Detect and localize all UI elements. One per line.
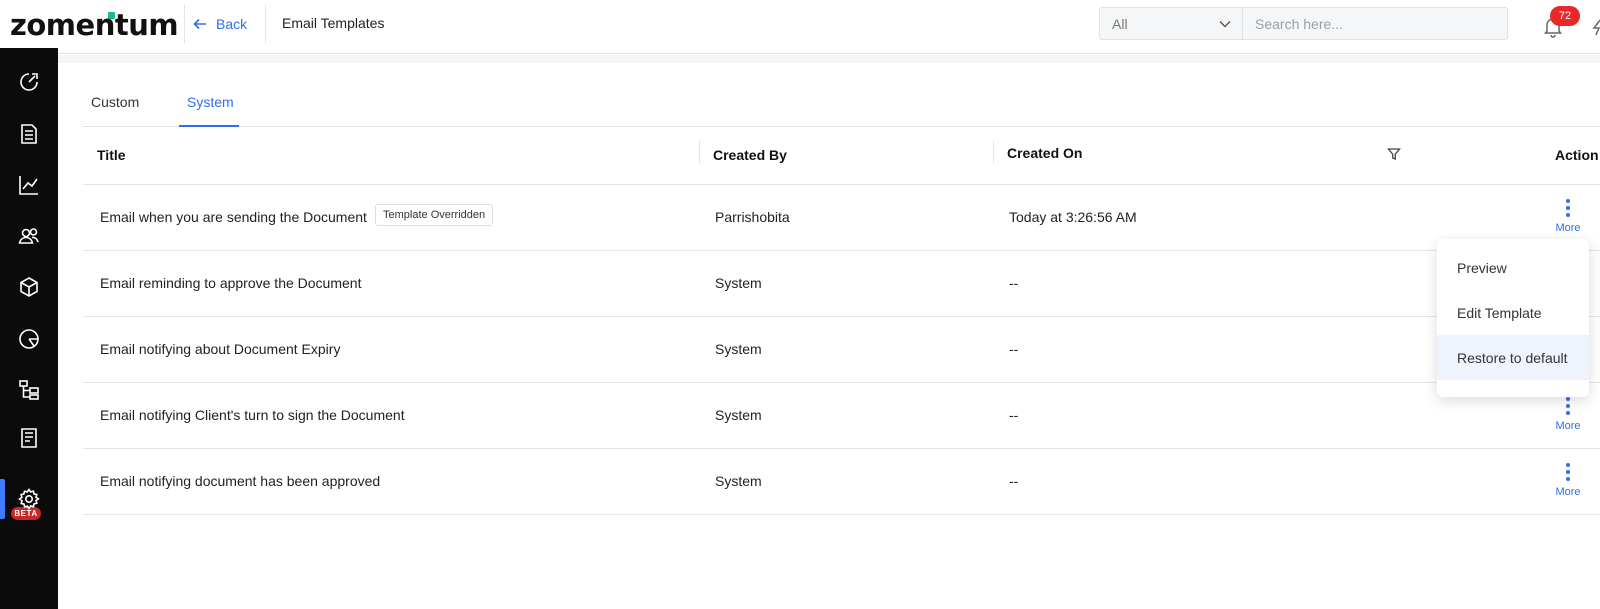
search-input[interactable] bbox=[1242, 7, 1508, 40]
row-created-on: Today at 3:26:56 AM bbox=[1009, 209, 1137, 225]
row-action-menu: Preview Edit Template Restore to default bbox=[1437, 239, 1589, 397]
search-scope-value: All bbox=[1112, 15, 1128, 32]
kebab-icon bbox=[1566, 397, 1570, 415]
box-icon bbox=[20, 277, 38, 297]
table-row[interactable]: Email reminding to approve the Document … bbox=[83, 251, 1600, 317]
divider bbox=[265, 5, 266, 43]
header-created-by[interactable]: Created By bbox=[713, 147, 787, 163]
more-button[interactable]: More bbox=[1551, 463, 1585, 498]
table-row[interactable]: Email notifying about Document Expiry Sy… bbox=[83, 317, 1600, 383]
more-button[interactable]: More bbox=[1551, 397, 1585, 432]
filter-icon[interactable] bbox=[1387, 147, 1401, 161]
divider bbox=[184, 5, 185, 43]
menu-item-preview[interactable]: Preview bbox=[1437, 245, 1589, 290]
active-indicator bbox=[0, 479, 5, 519]
status-badge: Template Overridden bbox=[375, 204, 494, 226]
sidebar-item-workflows[interactable] bbox=[0, 370, 58, 410]
menu-item-edit-template[interactable]: Edit Template bbox=[1437, 290, 1589, 335]
kebab-icon bbox=[1566, 199, 1570, 217]
menu-item-restore-default[interactable]: Restore to default bbox=[1437, 335, 1589, 380]
header-action: Action bbox=[1555, 147, 1599, 163]
table-header: Title Created By Created On Action bbox=[83, 127, 1600, 185]
tab-bar: Custom System bbox=[83, 90, 1600, 127]
row-created-by: Parrishobita bbox=[715, 209, 790, 225]
sidebar-item-clients[interactable] bbox=[0, 216, 58, 256]
hierarchy-icon bbox=[19, 380, 39, 400]
more-button[interactable]: More bbox=[1551, 199, 1585, 234]
receipt-icon bbox=[21, 428, 37, 448]
header-created-on[interactable]: Created On bbox=[1007, 145, 1082, 161]
tab-system[interactable]: System bbox=[187, 94, 234, 110]
logo[interactable]: zomentum bbox=[10, 8, 179, 42]
row-created-on: -- bbox=[1009, 473, 1019, 489]
more-label: More bbox=[1555, 420, 1581, 432]
row-created-by: System bbox=[715, 341, 762, 357]
rocket-icon[interactable] bbox=[1591, 16, 1600, 38]
table-row[interactable]: Email when you are sending the Document … bbox=[83, 185, 1600, 251]
pie-icon bbox=[19, 329, 39, 349]
logo-accent bbox=[108, 12, 115, 19]
dashboard-icon bbox=[20, 73, 38, 91]
sidebar-item-products[interactable] bbox=[0, 267, 58, 307]
sidebar: BETA bbox=[0, 48, 58, 609]
sidebar-item-billing[interactable] bbox=[0, 418, 58, 458]
sidebar-item-settings[interactable] bbox=[0, 479, 58, 519]
row-title: Email notifying about Document Expiry bbox=[100, 341, 341, 357]
chart-icon bbox=[19, 176, 38, 195]
chevron-down-icon bbox=[1219, 21, 1231, 28]
page-title: Email Templates bbox=[282, 15, 385, 31]
row-created-by: System bbox=[715, 275, 762, 291]
kebab-icon bbox=[1566, 463, 1570, 481]
row-created-by: System bbox=[715, 473, 762, 489]
sidebar-item-dashboard[interactable] bbox=[0, 62, 58, 102]
row-created-by: System bbox=[715, 407, 762, 423]
row-title: Email notifying Client's turn to sign th… bbox=[100, 407, 405, 423]
back-label: Back bbox=[216, 16, 248, 32]
search-scope-select[interactable]: All bbox=[1099, 7, 1242, 40]
row-created-on: -- bbox=[1009, 275, 1019, 291]
table-row[interactable]: Email notifying document has been approv… bbox=[83, 449, 1600, 515]
row-created-on: -- bbox=[1009, 407, 1019, 423]
gear-icon bbox=[18, 488, 40, 510]
column-separator bbox=[699, 141, 700, 163]
top-bar: zomentum Back Email Templates All 72 bbox=[0, 0, 1600, 54]
more-label: More bbox=[1555, 222, 1581, 234]
sidebar-item-documents[interactable] bbox=[0, 114, 58, 154]
more-label: More bbox=[1555, 486, 1581, 498]
document-icon bbox=[21, 124, 37, 144]
users-icon bbox=[18, 228, 39, 244]
templates-table: Title Created By Created On Action Email… bbox=[83, 127, 1600, 515]
content-top-strip bbox=[58, 55, 1600, 63]
notification-badge: 72 bbox=[1550, 6, 1580, 26]
table-row[interactable]: Email notifying Client's turn to sign th… bbox=[83, 383, 1600, 449]
row-title: Email reminding to approve the Document bbox=[100, 275, 362, 291]
sidebar-item-analytics[interactable] bbox=[0, 319, 58, 359]
row-title: Email notifying document has been approv… bbox=[100, 473, 381, 489]
sidebar-item-reports[interactable] bbox=[0, 165, 58, 205]
column-separator bbox=[993, 141, 994, 163]
arrow-left-icon bbox=[193, 18, 206, 30]
row-created-on: -- bbox=[1009, 341, 1019, 357]
tab-custom[interactable]: Custom bbox=[91, 94, 139, 110]
row-title: Email when you are sending the Document bbox=[100, 209, 367, 225]
header-title[interactable]: Title bbox=[97, 147, 126, 163]
back-button[interactable]: Back bbox=[192, 14, 247, 34]
